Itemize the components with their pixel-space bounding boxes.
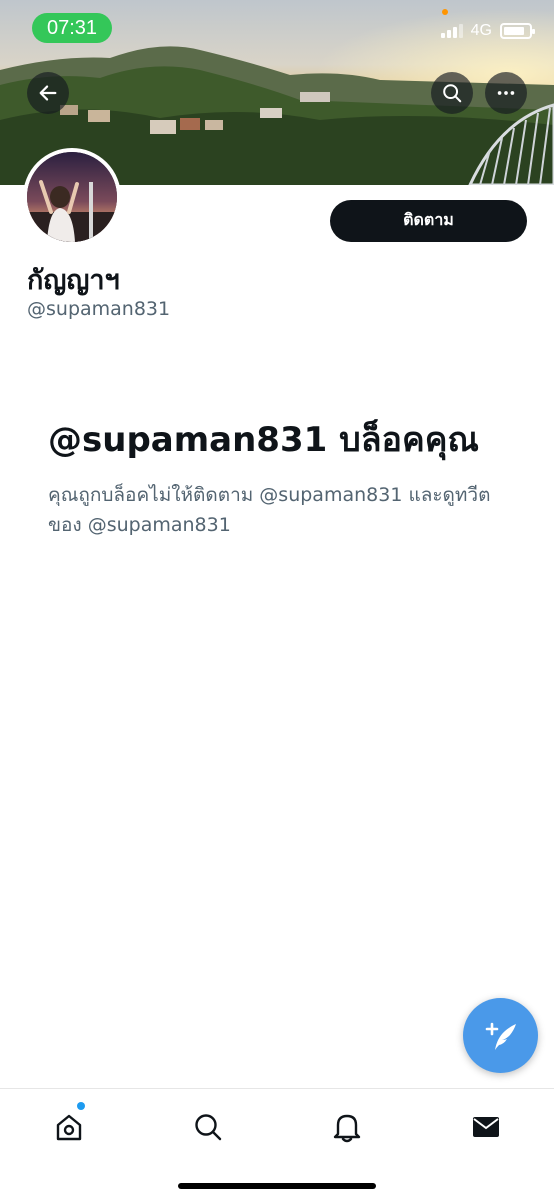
profile-handle: @supaman831 (27, 298, 171, 320)
home-indicator (178, 1183, 376, 1189)
battery-icon (500, 23, 535, 39)
cellular-signal-icon (440, 24, 463, 38)
avatar[interactable] (23, 148, 121, 246)
nav-notifications[interactable] (327, 1107, 367, 1147)
notifications-bell-icon (333, 1114, 361, 1143)
profile-display-name: กัญญาฯ (27, 265, 120, 296)
blocked-description: คุณถูกบล็อคไม่ให้ติดตาม @supaman831 และด… (48, 484, 491, 536)
blocked-title: @supaman831 บล็อคคุณ (48, 420, 479, 460)
nav-home[interactable] (49, 1107, 89, 1147)
compose-tweet-button[interactable] (463, 998, 538, 1073)
arrow-left-icon (39, 85, 57, 101)
status-time: 07:31 (32, 13, 112, 43)
more-button[interactable] (485, 72, 527, 114)
status-indicators: 4G (440, 22, 535, 40)
nav-messages[interactable] (466, 1107, 506, 1147)
home-notification-dot (77, 1102, 85, 1110)
nav-search[interactable] (188, 1107, 228, 1147)
compose-tweet-icon (485, 1022, 516, 1050)
network-type: 4G (470, 22, 492, 39)
follow-button[interactable]: ติดตาม (330, 200, 527, 242)
more-horizontal-icon (497, 91, 515, 95)
search-icon (443, 84, 462, 103)
search-button[interactable] (431, 72, 473, 114)
messages-envelope-icon (473, 1117, 499, 1137)
back-button[interactable] (27, 72, 69, 114)
search-icon (195, 1114, 222, 1141)
avatar-photo (27, 152, 117, 242)
home-icon (56, 1114, 82, 1141)
privacy-indicator-dot (442, 9, 448, 15)
